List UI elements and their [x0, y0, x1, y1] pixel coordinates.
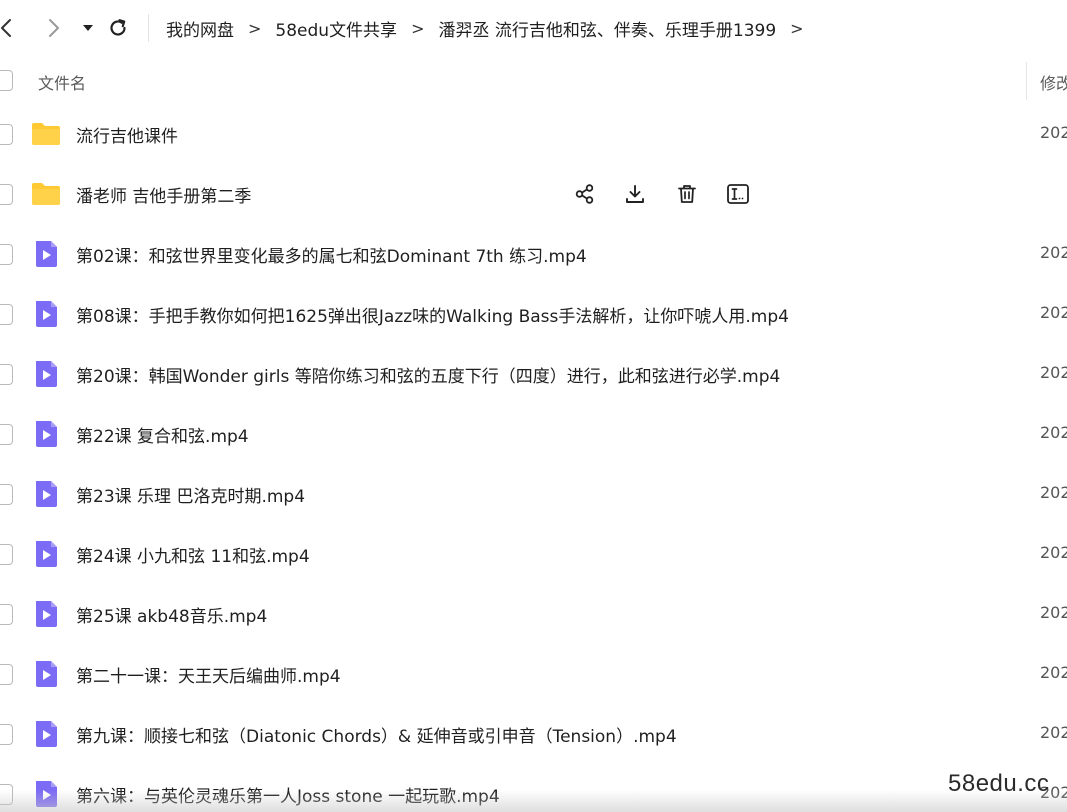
- row-checkbox[interactable]: [0, 364, 13, 385]
- file-modified-date: 202: [1040, 483, 1067, 502]
- file-row[interactable]: 第08课：手把手教你如何把1625弹出很Jazz味的Walking Bass手法…: [0, 284, 1067, 344]
- breadcrumb: 我的网盘 > 58edu文件共享 > 潘羿丞 流行吉他和弦、伴奏、乐理手册139…: [166, 14, 818, 42]
- video-file-icon: [36, 601, 57, 627]
- share-icon: [575, 184, 594, 204]
- row-checkbox[interactable]: [0, 544, 13, 565]
- file-modified-date: 202: [1040, 543, 1067, 562]
- file-name[interactable]: 第08课：手把手教你如何把1625弹出很Jazz味的Walking Bass手法…: [76, 302, 789, 327]
- file-row-hovered[interactable]: 潘老师 吉他手册第二季: [0, 164, 1067, 224]
- file-modified-date: 202: [1040, 423, 1067, 442]
- folder-icon: [32, 183, 60, 205]
- row-checkbox[interactable]: [0, 184, 13, 205]
- file-name[interactable]: 第24课 小九和弦 11和弦.mp4: [76, 542, 310, 567]
- file-row[interactable]: 第23课 乐理 巴洛克时期.mp4 202: [0, 464, 1067, 524]
- file-row[interactable]: 第二十一课：天王天后编曲师.mp4 202: [0, 644, 1067, 704]
- file-list: 流行吉他课件 202 潘老师 吉他手册第二季 第02课：和弦世界里变化最多的属七…: [0, 104, 1067, 812]
- file-name[interactable]: 第20课：韩国Wonder girls 等陪你练习和弦的五度下行（四度）进行，此…: [76, 362, 780, 387]
- breadcrumb-separator: >: [248, 18, 262, 38]
- video-file-icon: [36, 241, 57, 267]
- column-header-modified[interactable]: 修改: [1040, 70, 1067, 94]
- row-checkbox[interactable]: [0, 304, 13, 325]
- share-button[interactable]: [573, 182, 597, 206]
- file-row[interactable]: 第20课：韩国Wonder girls 等陪你练习和弦的五度下行（四度）进行，此…: [0, 344, 1067, 404]
- history-dropdown-button[interactable]: [76, 14, 100, 42]
- download-icon: [626, 185, 644, 203]
- file-modified-date: 202: [1040, 303, 1067, 322]
- breadcrumb-separator: >: [411, 18, 425, 38]
- file-name[interactable]: 第二十一课：天王天后编曲师.mp4: [76, 662, 341, 687]
- row-checkbox[interactable]: [0, 244, 13, 265]
- file-list-header: 文件名 修改: [0, 58, 1067, 104]
- back-button[interactable]: [0, 14, 18, 42]
- file-row[interactable]: 第22课 复合和弦.mp4 202: [0, 404, 1067, 464]
- video-file-icon: [36, 361, 57, 387]
- file-name[interactable]: 流行吉他课件: [76, 122, 178, 147]
- file-row[interactable]: 流行吉他课件 202: [0, 104, 1067, 164]
- download-button[interactable]: [623, 182, 647, 206]
- caret-down-icon: [83, 25, 93, 31]
- file-name[interactable]: 第23课 乐理 巴洛克时期.mp4: [76, 482, 305, 507]
- toolbar-divider: [148, 14, 149, 42]
- file-modified-date: 202: [1040, 723, 1067, 742]
- chevron-right-icon: [49, 19, 59, 37]
- rename-button[interactable]: [726, 182, 750, 206]
- file-row[interactable]: 第25课 akb48音乐.mp4 202: [0, 584, 1067, 644]
- bottom-fade: [0, 790, 1067, 812]
- row-checkbox[interactable]: [0, 724, 13, 745]
- file-modified-date: 202: [1040, 603, 1067, 622]
- video-file-icon: [36, 421, 57, 447]
- row-checkbox[interactable]: [0, 484, 13, 505]
- column-header-name[interactable]: 文件名: [38, 70, 86, 94]
- top-toolbar: 我的网盘 > 58edu文件共享 > 潘羿丞 流行吉他和弦、伴奏、乐理手册139…: [0, 0, 1067, 56]
- file-name[interactable]: 第九课：顺接七和弦（Diatonic Chords）& 延伸音或引申音（Tens…: [76, 722, 677, 747]
- file-name[interactable]: 第02课：和弦世界里变化最多的属七和弦Dominant 7th 练习.mp4: [76, 242, 587, 267]
- row-checkbox[interactable]: [0, 664, 13, 685]
- file-name[interactable]: 第25课 akb48音乐.mp4: [76, 602, 267, 627]
- folder-icon: [32, 123, 60, 145]
- breadcrumb-more-chevron[interactable]: >: [790, 19, 803, 38]
- breadcrumb-item-current-folder[interactable]: 潘羿丞 流行吉他和弦、伴奏、乐理手册1399: [438, 16, 776, 41]
- file-row[interactable]: 第九课：顺接七和弦（Diatonic Chords）& 延伸音或引申音（Tens…: [0, 704, 1067, 764]
- file-name[interactable]: 潘老师 吉他手册第二季: [76, 182, 251, 207]
- video-file-icon: [36, 721, 57, 747]
- video-file-icon: [36, 661, 57, 687]
- delete-button[interactable]: [675, 182, 699, 206]
- row-checkbox[interactable]: [0, 424, 13, 445]
- row-checkbox[interactable]: [0, 124, 13, 145]
- chevron-left-icon: [1, 19, 11, 37]
- video-file-icon: [36, 541, 57, 567]
- file-modified-date: 202: [1040, 123, 1067, 142]
- video-file-icon: [36, 481, 57, 507]
- file-name[interactable]: 第22课 复合和弦.mp4: [76, 422, 249, 447]
- trash-icon: [678, 185, 696, 203]
- row-checkbox[interactable]: [0, 604, 13, 625]
- refresh-icon: [110, 19, 126, 36]
- file-modified-date: 202: [1040, 663, 1067, 682]
- column-divider[interactable]: [1026, 62, 1027, 100]
- rename-icon: [727, 184, 749, 204]
- forward-button[interactable]: [42, 14, 66, 42]
- video-file-icon: [36, 301, 57, 327]
- file-modified-date: 202: [1040, 363, 1067, 382]
- select-all-checkbox[interactable]: [0, 70, 13, 91]
- file-row[interactable]: 第02课：和弦世界里变化最多的属七和弦Dominant 7th 练习.mp4 2…: [0, 224, 1067, 284]
- refresh-button[interactable]: [106, 14, 130, 42]
- file-row[interactable]: 第24课 小九和弦 11和弦.mp4 202: [0, 524, 1067, 584]
- watermark-text: 58edu.cc: [948, 770, 1050, 797]
- breadcrumb-item-58edu-share[interactable]: 58edu文件共享: [275, 16, 397, 41]
- file-modified-date: 202: [1040, 243, 1067, 262]
- breadcrumb-item-my-drive[interactable]: 我的网盘: [166, 16, 234, 41]
